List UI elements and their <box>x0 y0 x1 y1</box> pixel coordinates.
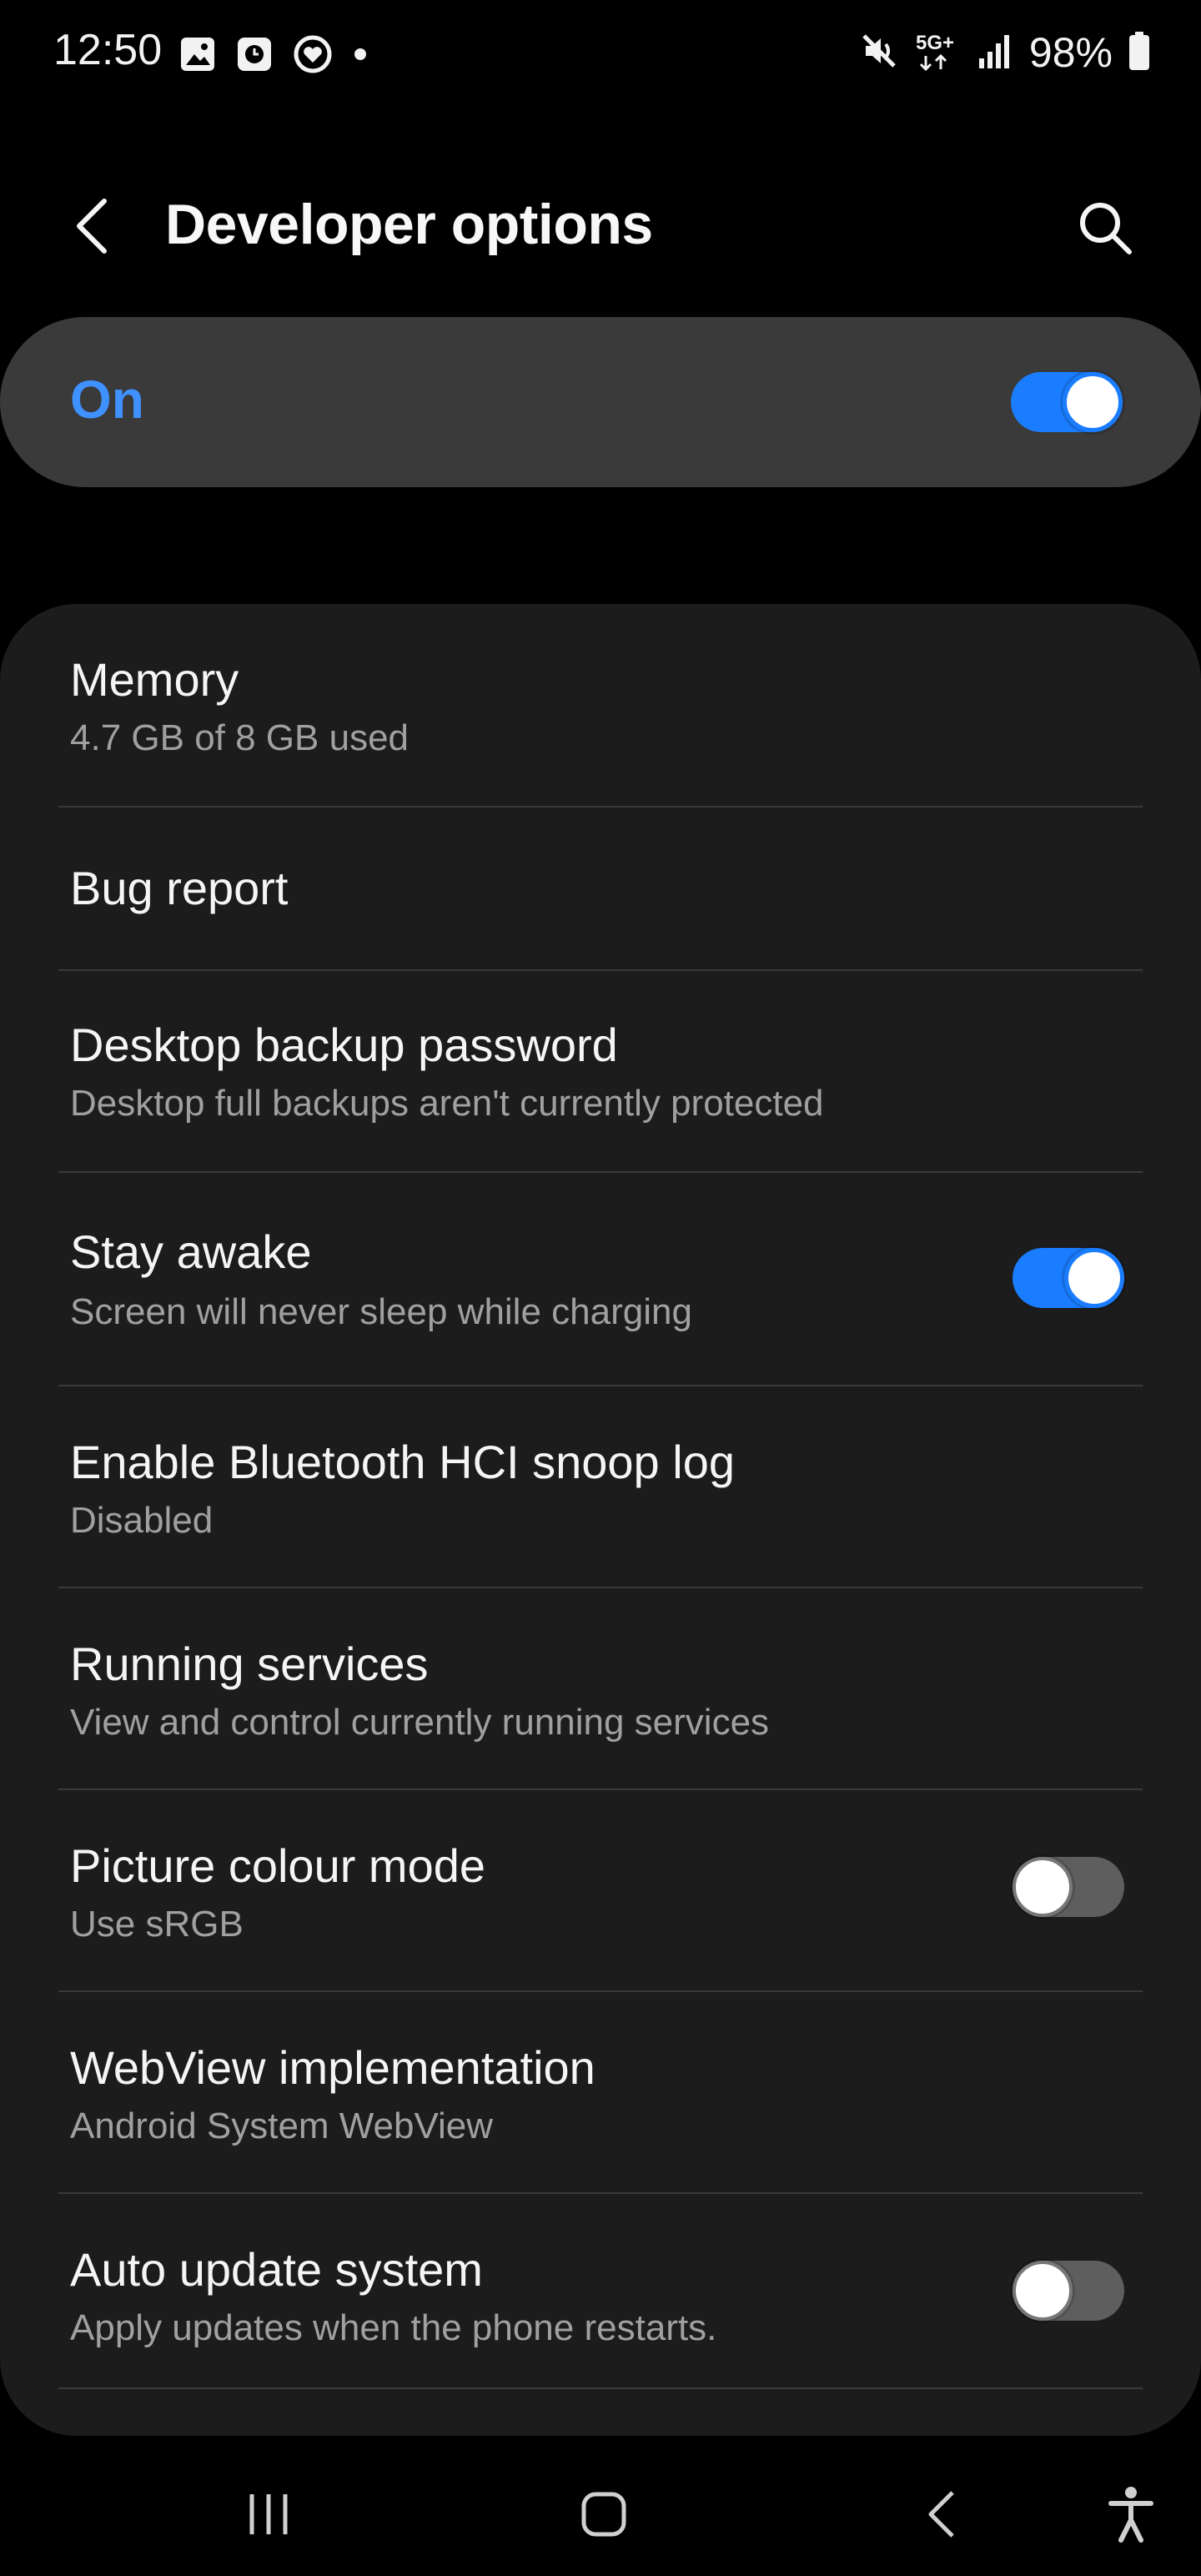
master-switch-label: On <box>70 370 144 430</box>
setting-picture-colour-mode[interactable]: Picture colour mode Use sRGB <box>0 1790 1201 1990</box>
app-bar: Developer options <box>0 167 1201 284</box>
setting-subtitle: Use sRGB <box>70 1904 244 1945</box>
home-button[interactable] <box>562 2473 646 2556</box>
setting-title: Stay awake <box>70 1225 312 1278</box>
search-icon <box>1080 203 1132 254</box>
setting-subtitle: Desktop full backups aren't currently pr… <box>70 1083 824 1124</box>
back-icon <box>928 2491 954 2538</box>
picture-colour-mode-toggle[interactable] <box>1013 1857 1124 1917</box>
heart-icon <box>292 33 334 79</box>
accessibility-icon <box>1108 2487 1153 2543</box>
toggle-knob <box>1064 1248 1124 1308</box>
svg-text:5G+: 5G+ <box>916 32 954 54</box>
nav-back-button[interactable] <box>901 2473 984 2556</box>
master-toggle[interactable] <box>1011 372 1123 432</box>
toggle-knob <box>1013 2261 1073 2321</box>
search-button[interactable] <box>1068 190 1143 265</box>
battery-icon <box>1128 31 1151 75</box>
notification-icons <box>178 33 369 79</box>
dot-icon <box>352 46 369 67</box>
toggle-knob <box>1013 1857 1073 1917</box>
setting-stay-awake[interactable]: Stay awake Screen will never sleep while… <box>0 1173 1201 1385</box>
battery-percentage: 98% <box>1028 29 1113 76</box>
signal-icon <box>977 32 1014 74</box>
recent-apps-icon <box>249 2494 288 2534</box>
setting-title: Auto update system <box>70 2243 483 2296</box>
setting-subtitle: Android System WebView <box>70 2106 494 2146</box>
setting-auto-update-system[interactable]: Auto update system Apply updates when th… <box>0 2194 1201 2394</box>
system-status-icons: 5G+ 98% <box>859 28 1151 77</box>
setting-bluetooth-hci-snoop-log[interactable]: Enable Bluetooth HCI snoop log Disabled <box>0 1386 1201 1587</box>
accessibility-button[interactable] <box>1089 2473 1173 2556</box>
stay-awake-toggle[interactable] <box>1013 1248 1124 1308</box>
status-time: 12:50 <box>53 26 163 74</box>
setting-memory[interactable]: Memory 4.7 GB of 8 GB used <box>0 604 1201 806</box>
toggle-knob <box>1063 372 1123 432</box>
setting-running-services[interactable]: Running services View and control curren… <box>0 1588 1201 1789</box>
setting-subtitle: 4.7 GB of 8 GB used <box>70 717 410 758</box>
setting-desktop-backup-password[interactable]: Desktop backup password Desktop full bac… <box>0 971 1201 1171</box>
clock-icon <box>235 35 274 78</box>
5g-icon: 5G+ <box>914 29 962 77</box>
setting-title: Bug report <box>70 862 289 914</box>
settings-list: Memory 4.7 GB of 8 GB used Bug report De… <box>0 604 1201 2436</box>
setting-title: Enable Bluetooth HCI snoop log <box>70 1436 735 1488</box>
setting-bug-report[interactable]: Bug report <box>0 808 1201 969</box>
setting-webview-implementation[interactable]: WebView implementation Android System We… <box>0 1992 1201 2192</box>
divider <box>58 2387 1143 2389</box>
setting-title: Desktop backup password <box>70 1019 618 1071</box>
mute-icon <box>859 31 899 75</box>
setting-subtitle: View and control currently running servi… <box>70 1702 770 1743</box>
developer-options-master-switch[interactable]: On <box>0 317 1201 487</box>
page-title: Developer options <box>165 193 653 256</box>
developer-options-screen: 12:50 5G+ 98% Developer options On Memor… <box>0 0 1201 2576</box>
status-bar: 12:50 5G+ 98% <box>0 0 1201 108</box>
setting-title: WebView implementation <box>70 2041 595 2094</box>
recent-apps-button[interactable] <box>227 2473 310 2556</box>
navigation-bar <box>0 2453 1201 2576</box>
setting-subtitle: Apply updates when the phone restarts. <box>70 2307 717 2348</box>
setting-title: Running services <box>70 1638 429 1690</box>
back-button[interactable] <box>58 189 125 264</box>
chevron-left-icon <box>77 199 107 254</box>
setting-subtitle: Disabled <box>70 1500 214 1541</box>
setting-subtitle: Screen will never sleep while charging <box>70 1291 692 1332</box>
home-icon <box>581 2492 626 2537</box>
setting-title: Picture colour mode <box>70 1839 486 1892</box>
setting-title: Memory <box>70 653 239 706</box>
auto-update-system-toggle[interactable] <box>1013 2261 1124 2321</box>
gallery-icon <box>178 35 217 78</box>
